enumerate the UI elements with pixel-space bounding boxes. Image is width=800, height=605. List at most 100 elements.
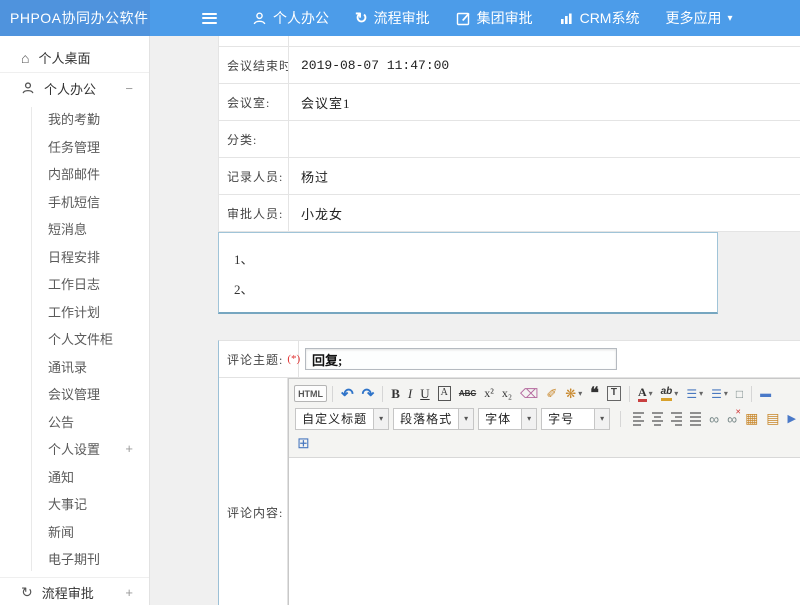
nav-item-crm-system[interactable]: CRM系统: [546, 0, 653, 36]
sidebar-item-work-plan[interactable]: 工作计划: [0, 298, 149, 326]
sidebar-item-personal-settings[interactable]: 个人设置+: [0, 435, 149, 463]
table-row-recorder: 记录人员: 杨过: [219, 158, 800, 195]
table-row-approver: 审批人员: 小龙女: [219, 195, 800, 232]
sidebar-item-e-journal[interactable]: 电子期刊: [0, 545, 149, 573]
insert-table-button[interactable]: ⊞: [294, 433, 313, 454]
user-icon: [252, 11, 267, 26]
format-brush-button[interactable]: ✐: [543, 383, 560, 404]
font-border-button[interactable]: A: [435, 383, 454, 404]
sidebar-section-label: 个人桌面: [38, 48, 90, 67]
field-label: 评论内容:: [219, 378, 288, 605]
align-right-button[interactable]: [668, 408, 685, 429]
eraser-button[interactable]: ⌫: [517, 383, 541, 404]
font-color-button[interactable]: A▾: [635, 383, 656, 404]
nav-item-personal-office[interactable]: 个人办公: [239, 0, 342, 36]
field-label: 评论主题: (*): [219, 341, 299, 377]
sidebar-item-label: 手机短信: [48, 192, 100, 211]
insert-media-icon: ▶: [788, 412, 796, 425]
source-code-icon: HTML: [298, 389, 323, 399]
table-row-meeting-end-time: 会议结束时间: 2019-08-07 11:47:00: [219, 47, 800, 84]
nav-item-group-approval[interactable]: 集团审批: [443, 0, 546, 36]
highlight-color-button[interactable]: ab▾: [658, 383, 682, 404]
align-justify-button[interactable]: [687, 408, 704, 429]
sidebar-item-contacts[interactable]: 通讯录: [0, 353, 149, 381]
field-label: 审批人员:: [219, 195, 289, 231]
link-button[interactable]: ∞: [706, 408, 722, 429]
fullscreen-button[interactable]: ▬: [757, 383, 774, 404]
sidebar-item-internal-mail[interactable]: 内部邮件: [0, 160, 149, 188]
nav-item-more-apps[interactable]: 更多应用 ▾: [652, 0, 745, 36]
sidebar-item-mobile-sms[interactable]: 手机短信: [0, 188, 149, 216]
align-left-button[interactable]: [630, 408, 647, 429]
collapse-icon[interactable]: −: [125, 81, 133, 96]
expand-icon[interactable]: +: [125, 585, 133, 600]
nav-item-label: 个人办公: [273, 8, 329, 28]
field-label: 会议结束时间:: [219, 47, 289, 83]
caret-down-icon: ▾: [458, 409, 473, 429]
table-row-comment-content: 评论内容: HTML ↶ ↷ B: [219, 378, 800, 605]
content-line: 2、: [234, 275, 717, 305]
sidebar-item-announcement[interactable]: 公告: [0, 408, 149, 436]
menu-bars-icon[interactable]: [198, 6, 221, 30]
sidebar-item-meeting-management[interactable]: 会议管理: [0, 380, 149, 408]
font-family-select[interactable]: 字体 ▾: [478, 408, 537, 430]
sidebar-item-schedule[interactable]: 日程安排: [0, 243, 149, 271]
image-manager-button[interactable]: ▤: [763, 408, 782, 429]
italic-icon: I: [408, 386, 412, 402]
sidebar-item-label: 任务管理: [48, 137, 100, 156]
fullscreen-icon: ▬: [760, 388, 771, 400]
process-icon: ↻: [355, 11, 368, 26]
subscript-button[interactable]: x₂: [499, 383, 515, 404]
comment-subject-label: 评论主题:: [227, 351, 283, 368]
unlink-button[interactable]: ∞✕: [724, 408, 740, 429]
nav-item-label: 流程审批: [374, 8, 430, 28]
sidebar-item-personal-office[interactable]: 个人办公 −: [0, 73, 149, 103]
bar-chart-icon: [559, 11, 574, 26]
superscript-icon: x²: [484, 386, 494, 401]
sidebar-item-milestones[interactable]: 大事记: [0, 490, 149, 518]
caret-down-icon: ▾: [724, 389, 728, 398]
superscript-button[interactable]: x²: [481, 383, 497, 404]
field-value: 会议室1: [289, 84, 800, 120]
sidebar-item-personal-desktop[interactable]: ⌂ 个人桌面: [0, 43, 149, 73]
unordered-list-button[interactable]: ☰▾: [708, 383, 731, 404]
sidebar-item-process-approval[interactable]: ↻ 流程审批 +: [0, 577, 149, 605]
paste-as-text-button[interactable]: T: [604, 383, 624, 404]
sidebar-item-short-message[interactable]: 短消息: [0, 215, 149, 243]
sidebar-item-task-management[interactable]: 任务管理: [0, 133, 149, 161]
editor-content-area[interactable]: [289, 458, 800, 605]
blockquote-icon: ❝: [590, 389, 599, 399]
strikethrough-button[interactable]: ABC: [456, 383, 479, 404]
bold-button[interactable]: B: [388, 383, 403, 404]
sidebar-item-my-attendance[interactable]: 我的考勤: [0, 105, 149, 133]
blockquote-button[interactable]: ❝: [587, 383, 602, 404]
auto-typeset-button[interactable]: ❋▾: [562, 383, 585, 404]
expand-icon[interactable]: +: [125, 441, 133, 456]
sidebar-item-notification[interactable]: 通知: [0, 463, 149, 491]
link-icon: ∞: [709, 411, 719, 427]
nav-item-process-approval[interactable]: ↻ 流程审批: [342, 0, 443, 36]
sidebar-item-work-log[interactable]: 工作日志: [0, 270, 149, 298]
sidebar-item-personal-files[interactable]: 个人文件柜: [0, 325, 149, 353]
comment-subject-input[interactable]: [305, 348, 617, 370]
sidebar-item-news[interactable]: 新闻: [0, 518, 149, 546]
font-size-select[interactable]: 字号 ▾: [541, 408, 610, 430]
ordered-list-button[interactable]: ☰▾: [683, 383, 706, 404]
underline-button[interactable]: U: [417, 383, 432, 404]
custom-title-select[interactable]: 自定义标题 ▾: [295, 408, 389, 430]
align-center-button[interactable]: [649, 408, 666, 429]
source-code-button[interactable]: HTML: [294, 385, 327, 402]
comment-form-table: 评论主题: (*) 评论内容: HTML: [218, 340, 800, 605]
editor-toolbar: HTML ↶ ↷ B I U A ABC x²: [289, 379, 800, 458]
new-page-icon: □: [736, 387, 743, 401]
font-size-select-value: 字号: [542, 409, 594, 429]
insert-media-button[interactable]: ▶: [785, 408, 799, 429]
new-page-button[interactable]: □: [733, 383, 746, 404]
undo-button[interactable]: ↶: [338, 383, 357, 404]
insert-image-button[interactable]: ▦: [742, 408, 761, 429]
redo-button[interactable]: ↷: [359, 383, 378, 404]
bold-icon: B: [391, 386, 400, 402]
paragraph-format-select[interactable]: 段落格式 ▾: [393, 408, 474, 430]
paste-as-text-icon: T: [607, 386, 621, 401]
italic-button[interactable]: I: [405, 383, 415, 404]
